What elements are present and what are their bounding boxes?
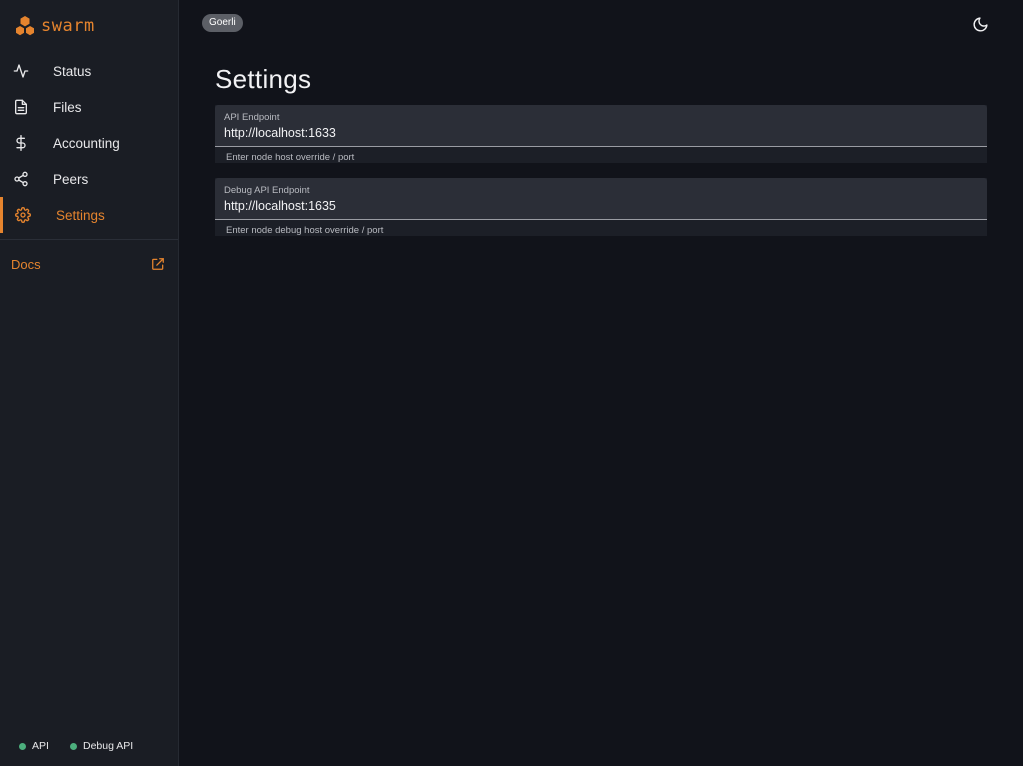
swarm-hexagon-icon [16, 16, 34, 36]
api-endpoint-helper: Enter node host override / port [226, 152, 355, 163]
debug-api-status: Debug API [70, 737, 133, 755]
api-endpoint-input[interactable] [224, 124, 974, 142]
external-link-icon [151, 257, 165, 276]
sidebar-divider [0, 239, 178, 240]
debug-api-endpoint-field: Debug API Endpoint Enter node debug host… [215, 178, 987, 236]
app-window: swarm Status Files Accounting Peers Sett… [0, 0, 1023, 766]
api-endpoint-field: API Endpoint Enter node host override / … [215, 105, 987, 163]
sidebar-item-label: Files [53, 99, 82, 115]
sidebar-item-files[interactable]: Files [0, 89, 178, 125]
gear-icon [14, 206, 32, 224]
debug-api-endpoint-input[interactable] [224, 197, 974, 215]
file-text-icon [12, 98, 30, 116]
theme-toggle-button[interactable] [970, 14, 990, 34]
debug-api-status-label: Debug API [83, 740, 134, 752]
dollar-icon [12, 134, 30, 152]
sidebar-nav: Status Files Accounting Peers Settings [0, 53, 178, 233]
share-icon [12, 170, 30, 188]
sidebar-item-settings[interactable]: Settings [0, 197, 178, 233]
api-status: API [19, 737, 49, 755]
debug-api-endpoint-box[interactable]: Debug API Endpoint [215, 178, 987, 220]
sidebar-item-label: Settings [56, 207, 105, 223]
docs-label: Docs [11, 256, 41, 272]
activity-icon [12, 62, 30, 80]
sidebar-item-status[interactable]: Status [0, 53, 178, 89]
debug-api-endpoint-helper: Enter node debug host override / port [226, 225, 384, 236]
sidebar-item-accounting[interactable]: Accounting [0, 125, 178, 161]
main-content: Goerli Settings API Endpoint Enter node … [179, 0, 1023, 766]
active-indicator [0, 197, 3, 233]
moon-icon [973, 16, 988, 31]
sidebar: swarm Status Files Accounting Peers Sett… [0, 0, 179, 766]
debug-api-endpoint-label: Debug API Endpoint [224, 185, 310, 196]
connection-status: API Debug API [0, 737, 178, 755]
sidebar-item-peers[interactable]: Peers [0, 161, 178, 197]
page-title: Settings [215, 64, 312, 94]
api-endpoint-box[interactable]: API Endpoint [215, 105, 987, 147]
swarm-logo[interactable]: swarm [14, 14, 95, 38]
sidebar-item-label: Peers [53, 171, 89, 187]
sidebar-item-label: Accounting [53, 135, 120, 151]
network-chip: Goerli [202, 14, 243, 32]
api-status-dot [19, 742, 26, 750]
docs-link[interactable]: Docs [0, 250, 178, 278]
brand-name: swarm [41, 16, 95, 36]
debug-api-status-dot [70, 742, 77, 750]
sidebar-item-label: Status [53, 63, 92, 79]
api-endpoint-label: API Endpoint [224, 112, 280, 123]
api-status-label: API [32, 740, 49, 752]
